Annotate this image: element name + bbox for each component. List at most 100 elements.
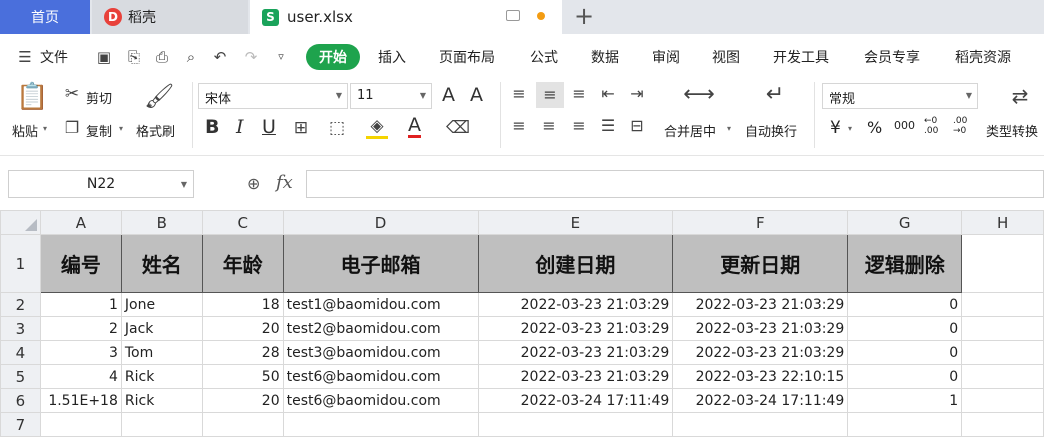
cell[interactable]: 18 xyxy=(201,292,284,317)
hamburger-menu-icon[interactable]: ☰ xyxy=(16,48,34,66)
select-all-corner[interactable] xyxy=(0,210,41,235)
header-cell-name[interactable]: 姓名 xyxy=(120,234,203,293)
align-center-icon[interactable]: ≡ xyxy=(538,116,560,135)
menu-formula[interactable]: 公式 xyxy=(530,47,558,67)
window-mode-icon[interactable] xyxy=(506,10,520,21)
tab-daoke[interactable]: D 稻壳 xyxy=(92,0,248,34)
header-cell-deleted[interactable]: 逻辑删除 xyxy=(847,234,963,293)
align-left-icon[interactable]: ≡ xyxy=(508,116,530,135)
merge-cells-icon[interactable]: ⟷ xyxy=(682,82,716,107)
tab-user-xlsx[interactable]: S user.xlsx xyxy=(250,0,562,34)
cell[interactable]: 0 xyxy=(847,364,963,389)
cell[interactable] xyxy=(672,412,849,437)
tab-home[interactable]: 首页 xyxy=(0,0,90,34)
grow-font-icon[interactable]: A xyxy=(442,84,455,106)
decrease-decimal-button[interactable]: .00 →0 xyxy=(953,116,977,136)
column-header-f[interactable]: F xyxy=(672,210,849,235)
redo-icon[interactable]: ↷ xyxy=(242,48,260,66)
cell[interactable]: Jack xyxy=(120,316,203,341)
cell[interactable]: 4 xyxy=(39,364,122,389)
paste-icon[interactable]: 📋 xyxy=(16,82,48,112)
align-right-icon[interactable]: ≡ xyxy=(568,116,590,135)
eraser-icon[interactable]: ⌫ xyxy=(446,118,470,138)
fill-pattern-icon[interactable]: ⬚ xyxy=(326,118,348,138)
menu-developer[interactable]: 开发工具 xyxy=(773,47,829,67)
align-middle-icon[interactable]: ≡ xyxy=(536,82,564,108)
cut-button[interactable]: 剪切 xyxy=(86,88,112,107)
cell[interactable]: test6@baomidou.com xyxy=(282,364,479,389)
increase-decimal-button[interactable]: ←0 .00 xyxy=(924,116,948,136)
print-preview-icon[interactable]: ⌕ xyxy=(182,48,200,66)
copy-button[interactable]: 复制 xyxy=(86,121,112,140)
header-cell-create-time[interactable]: 创建日期 xyxy=(477,234,674,293)
cell[interactable]: 3 xyxy=(39,340,122,365)
column-header-b[interactable]: B xyxy=(120,210,203,235)
cell[interactable]: 28 xyxy=(201,340,284,365)
cell[interactable] xyxy=(961,340,1044,365)
column-header-h[interactable]: H xyxy=(961,210,1044,235)
menu-daoke-resources[interactable]: 稻壳资源 xyxy=(955,47,1011,67)
fx-icon[interactable]: fx xyxy=(276,172,293,193)
column-header-g[interactable]: G xyxy=(847,210,963,235)
cell[interactable] xyxy=(282,412,479,437)
thousands-button[interactable]: 000 xyxy=(894,119,915,132)
cell[interactable]: test2@baomidou.com xyxy=(282,316,479,341)
bold-button[interactable]: B xyxy=(205,116,219,138)
menu-member[interactable]: 会员专享 xyxy=(864,47,920,67)
header-cell-age[interactable]: 年龄 xyxy=(201,234,284,293)
cell[interactable]: test1@baomidou.com xyxy=(282,292,479,317)
cell[interactable]: 2022-03-24 17:11:49 xyxy=(477,388,674,413)
tab-start[interactable]: 开始 xyxy=(306,44,360,70)
type-convert-button[interactable]: 类型转换 xyxy=(986,121,1038,140)
cell[interactable]: 50 xyxy=(201,364,284,389)
copy-icon[interactable]: ❐ xyxy=(62,118,82,137)
column-header-e[interactable]: E xyxy=(477,210,674,235)
cell[interactable] xyxy=(961,388,1044,413)
menu-insert[interactable]: 插入 xyxy=(378,47,406,67)
menu-file[interactable]: 文件 xyxy=(40,47,68,67)
row-header-6[interactable]: 6 xyxy=(0,388,41,413)
increase-indent-icon[interactable]: ⇥ xyxy=(626,84,648,103)
distributed-align-icon[interactable]: ⊟ xyxy=(626,116,648,135)
cell[interactable]: 2022-03-23 21:03:29 xyxy=(672,292,849,317)
new-tab-button[interactable]: + xyxy=(570,2,598,30)
name-box[interactable]: N22 ▼ xyxy=(8,170,194,198)
menu-data[interactable]: 数据 xyxy=(591,47,619,67)
cell[interactable]: 0 xyxy=(847,316,963,341)
align-top-icon[interactable]: ≡ xyxy=(508,84,530,103)
row-header-7[interactable]: 7 xyxy=(0,412,41,437)
paste-dropdown-icon[interactable]: ▾ xyxy=(43,124,47,133)
wrap-text-button[interactable]: 自动换行 xyxy=(745,121,797,140)
undo-icon[interactable]: ↶ xyxy=(211,48,229,66)
fill-color-icon[interactable]: ◈ xyxy=(366,116,388,139)
cell[interactable] xyxy=(961,364,1044,389)
cell[interactable]: 2022-03-23 21:03:29 xyxy=(477,340,674,365)
cell[interactable]: 2022-03-23 21:03:29 xyxy=(477,316,674,341)
percent-button[interactable]: % xyxy=(867,118,882,137)
cell[interactable] xyxy=(961,316,1044,341)
row-header-5[interactable]: 5 xyxy=(0,364,41,389)
font-size-select[interactable]: 11 ▼ xyxy=(350,83,432,109)
font-name-select[interactable]: 宋体 ▼ xyxy=(198,83,348,109)
shrink-font-icon[interactable]: A xyxy=(470,84,483,106)
cell[interactable]: Jone xyxy=(120,292,203,317)
cell[interactable]: 1 xyxy=(847,388,963,413)
print-icon[interactable]: ⎙ xyxy=(153,48,171,66)
cell[interactable]: test6@baomidou.com xyxy=(282,388,479,413)
cell[interactable]: 20 xyxy=(201,388,284,413)
merge-dropdown-icon[interactable]: ▾ xyxy=(727,124,731,133)
row-header-4[interactable]: 4 xyxy=(0,340,41,365)
cell[interactable]: 1.51E+18 xyxy=(39,388,122,413)
underline-button[interactable]: U xyxy=(262,116,276,138)
cell[interactable] xyxy=(201,412,284,437)
justify-icon[interactable]: ☰ xyxy=(597,116,619,135)
quick-access-dropdown-icon[interactable]: ▿ xyxy=(272,48,290,66)
cell[interactable] xyxy=(961,234,1044,293)
cell[interactable]: 2022-03-23 21:03:29 xyxy=(672,316,849,341)
row-header-2[interactable]: 2 xyxy=(0,292,41,317)
cell[interactable]: 2022-03-23 21:03:29 xyxy=(477,292,674,317)
row-header-1[interactable]: 1 xyxy=(0,234,41,293)
cell[interactable]: 2022-03-23 21:03:29 xyxy=(672,340,849,365)
zoom-search-icon[interactable]: ⊕ xyxy=(247,174,260,193)
cell[interactable]: 2022-03-23 22:10:15 xyxy=(672,364,849,389)
